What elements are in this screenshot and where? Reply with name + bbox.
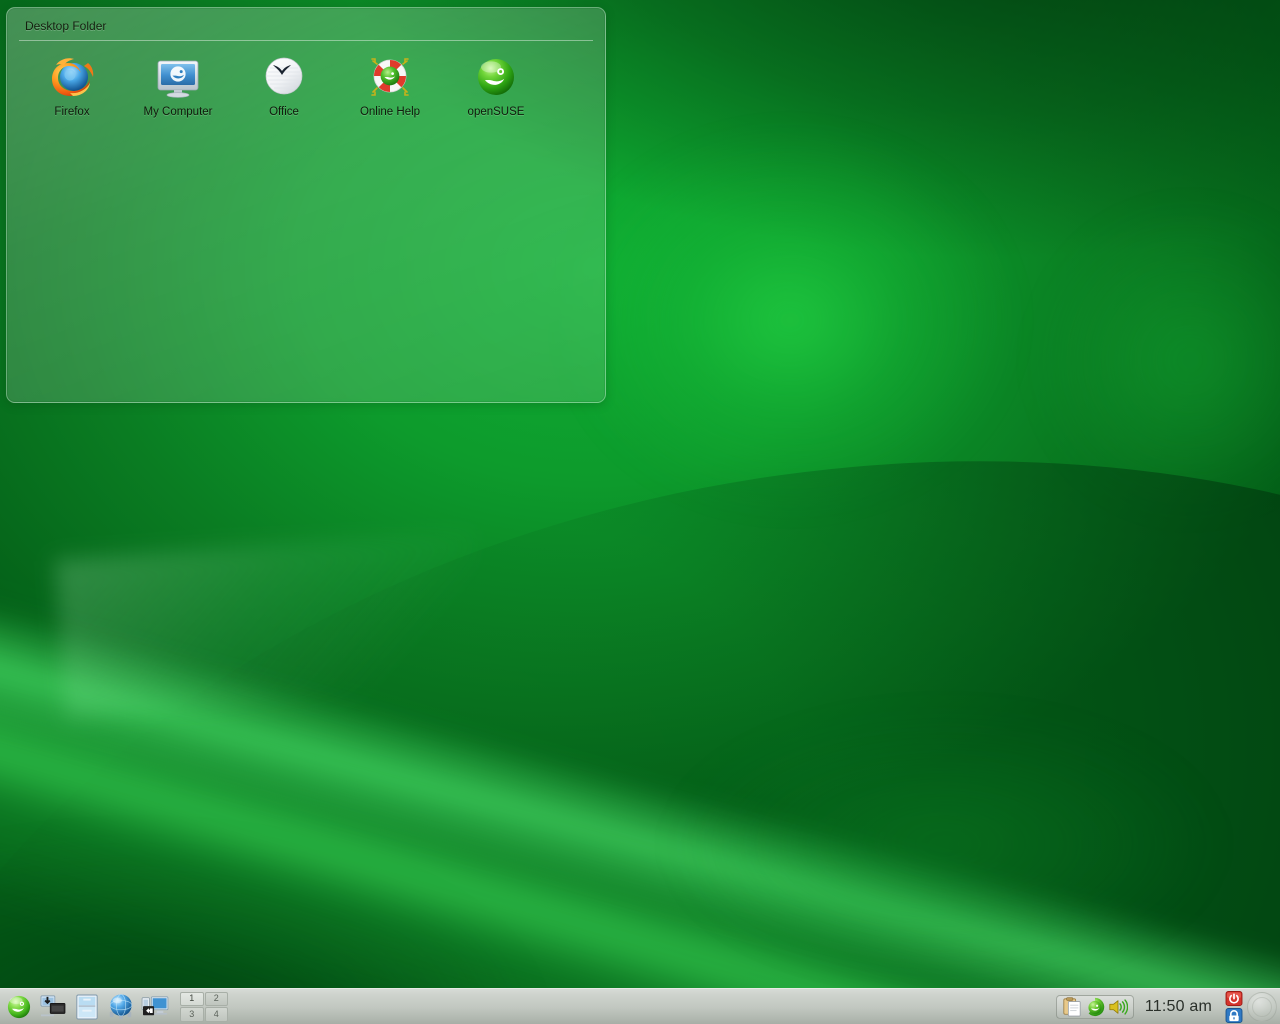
panel-left-section: 1 2 3 4 <box>0 991 228 1022</box>
opensuse-icon <box>472 53 520 101</box>
desktop-icon-label: openSUSE <box>467 106 525 118</box>
file-manager-button[interactable] <box>72 992 102 1022</box>
panel-toolbox-icon <box>1252 996 1272 1017</box>
panel-right-section: 11:50 am <box>1055 990 1280 1024</box>
desktop-folder-separator <box>19 40 593 41</box>
pager-desktop-3[interactable]: 3 <box>180 1007 204 1022</box>
desktop-icon-label: Office <box>269 106 299 118</box>
lock-padlock-icon <box>1225 1007 1243 1023</box>
virtual-desktop-pager[interactable]: 1 2 3 4 <box>180 991 228 1022</box>
volume-control-button[interactable] <box>1108 997 1128 1017</box>
kickoff-application-launcher[interactable] <box>4 992 34 1022</box>
office-icon <box>260 53 308 101</box>
desktop-icon-my-computer[interactable]: My Computer <box>125 48 231 119</box>
shutdown-logout-button[interactable] <box>1225 990 1243 1006</box>
firefox-icon <box>48 53 96 101</box>
desktop-icon-opensuse[interactable]: openSUSE <box>443 48 549 119</box>
taskbar-panel[interactable]: 1 2 3 4 11:50 am <box>0 988 1280 1024</box>
desktop-icon-firefox[interactable]: Firefox <box>19 48 125 119</box>
show-desktop-windows-button[interactable] <box>38 992 68 1022</box>
desktop-icon-label: Online Help <box>359 106 421 118</box>
show-desktop-icon <box>141 995 169 1015</box>
lock-screen-button[interactable] <box>1225 1007 1243 1023</box>
my-computer-icon <box>154 53 202 101</box>
online-help-icon <box>366 53 414 101</box>
desktop-icon-label: Firefox <box>54 106 90 118</box>
power-button-icon <box>1225 990 1243 1006</box>
clipboard-icon <box>1063 996 1081 1016</box>
digital-clock[interactable]: 11:50 am <box>1136 998 1221 1016</box>
web-browser-button[interactable] <box>106 992 136 1022</box>
pager-desktop-4[interactable]: 4 <box>204 1007 228 1022</box>
file-manager-icon <box>76 994 98 1019</box>
desktop-icon-office[interactable]: Office <box>231 48 337 119</box>
pager-desktop-2[interactable]: 2 <box>204 991 228 1006</box>
desktop-folder-widget[interactable]: Desktop Folder Firefox My Computer Offic… <box>6 7 606 403</box>
opensuse-geeko-icon <box>7 995 31 1018</box>
show-desktop-button[interactable] <box>140 992 170 1022</box>
panel-toolbox-cashew[interactable] <box>1247 991 1277 1022</box>
desktop-icon-online-help[interactable]: Online Help <box>337 48 443 119</box>
desktop-icon-label: My Computer <box>143 106 213 118</box>
desktop-folder-title: Desktop Folder <box>25 19 107 33</box>
system-tray[interactable] <box>1055 994 1134 1019</box>
globe-browser-icon <box>109 993 133 1019</box>
wallpaper-lower-glow <box>640 700 1280 1024</box>
pager-desktop-1[interactable]: 1 <box>180 991 204 1006</box>
desktop-folder-icon-grid: Firefox My Computer Office Online Help o… <box>19 48 595 119</box>
update-refresh-icon <box>1088 997 1105 1016</box>
session-buttons <box>1223 990 1245 1024</box>
windows-stack-icon <box>40 995 66 1016</box>
software-updater-button[interactable] <box>1085 997 1105 1017</box>
desktop-root[interactable]: Desktop Folder Firefox My Computer Offic… <box>0 0 1280 1024</box>
klipper-clipboard-button[interactable] <box>1062 996 1082 1017</box>
speaker-volume-icon <box>1109 998 1128 1015</box>
